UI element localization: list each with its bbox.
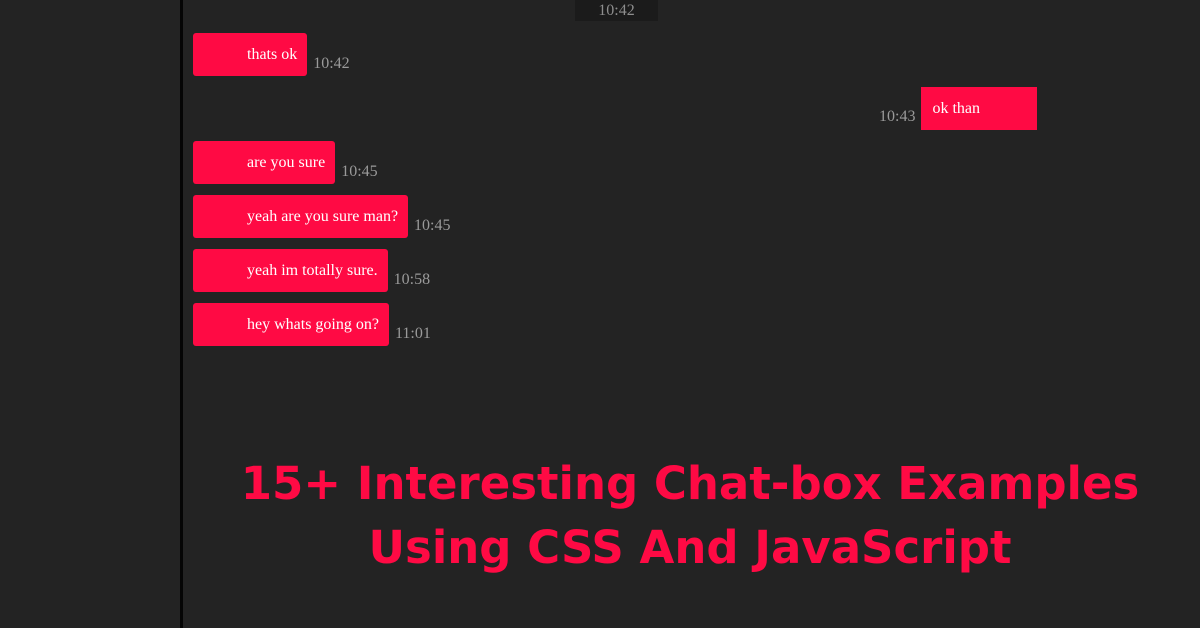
message-bubble[interactable]: hey whats going on? [193, 303, 389, 346]
message-timestamp: 10:58 [393, 271, 431, 288]
message-row-incoming: thats ok 10:42 [193, 33, 350, 76]
message-text: yeah are you sure man? [247, 207, 399, 225]
message-timestamp: 11:01 [394, 325, 431, 342]
banner-headline: 15+ Interesting Chat-box Examples Using … [200, 452, 1180, 580]
message-row-incoming: hey whats going on? 11:01 [193, 303, 431, 346]
message-bubble[interactable]: ok than [921, 87, 1038, 130]
message-bubble[interactable]: yeah are you sure man? [193, 195, 409, 238]
message-bubble[interactable]: are you sure [193, 141, 336, 184]
message-row-incoming: are you sure 10:45 [193, 141, 378, 184]
message-timestamp: 10:42 [313, 55, 350, 72]
message-row-incoming: yeah are you sure man? 10:45 [193, 195, 451, 238]
message-timestamp: 10:45 [414, 217, 451, 234]
message-bubble[interactable]: yeah im totally sure. [193, 249, 388, 292]
message-row-incoming: yeah im totally sure. 10:58 [193, 249, 430, 292]
message-text: ok than [932, 99, 980, 117]
message-text: are you sure [247, 153, 326, 171]
message-text: thats ok [247, 45, 298, 63]
message-timestamp: 10:43 [879, 108, 916, 125]
headline-line-2: Using CSS And JavaScript [368, 521, 1012, 574]
message-text: hey whats going on? [247, 315, 379, 333]
sidebar-divider [180, 0, 183, 628]
message-text: yeah im totally sure. [247, 261, 378, 279]
time-chip: 10:42 [575, 0, 658, 21]
headline-line-1: 15+ Interesting Chat-box Examples [240, 457, 1140, 510]
message-bubble[interactable]: thats ok [193, 33, 308, 76]
message-row-outgoing: 10:43 ok than [879, 87, 1038, 130]
message-timestamp: 10:45 [341, 163, 378, 180]
